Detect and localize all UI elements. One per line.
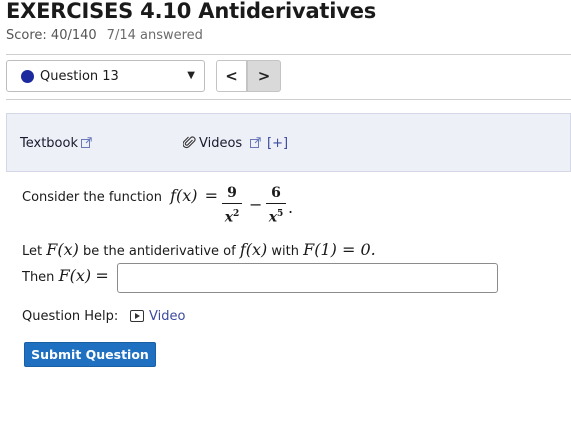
fraction-term-1: 9 x2 (222, 185, 242, 226)
submit-question-button[interactable]: Submit Question (24, 342, 156, 367)
term1-numerator: 9 (227, 185, 237, 201)
page-title: EXERCISES 4.10 Antiderivatives (6, 0, 377, 23)
textbook-link[interactable]: Textbook (20, 136, 92, 151)
videos-link[interactable]: Videos (183, 136, 261, 151)
function-ref: f(x) (239, 240, 268, 259)
external-link-icon (250, 137, 261, 148)
term1-denominator: x2 (224, 209, 240, 226)
minus-sign: − (249, 195, 263, 214)
next-question-button[interactable]: > (247, 60, 281, 92)
score-line: Score: 40/140 7/14 answered (6, 28, 203, 43)
prompt-text: Consider the function (22, 190, 162, 205)
external-link-icon (80, 137, 92, 148)
capital-F-x: F(x) (58, 266, 92, 285)
question-help-label: Question Help: (22, 309, 119, 324)
videos-label: Videos (199, 136, 243, 151)
divider (6, 99, 571, 100)
help-video-label: Video (149, 309, 186, 324)
answered-count: 7/14 answered (106, 28, 203, 43)
more-resources-toggle[interactable]: [+] (267, 136, 288, 151)
initial-condition: F(1) = 0. (303, 240, 376, 259)
question-prompt: Consider the function f(x) = (22, 186, 218, 205)
prev-question-button[interactable]: < (216, 60, 247, 92)
fraction-term-2: 6 x5 (266, 185, 286, 226)
equals-sign: = (95, 266, 109, 285)
answer-prompt: Then F(x) = (22, 266, 109, 285)
equals-sign: = (204, 186, 219, 205)
capital-F-x: F(x) (46, 240, 79, 259)
question-select-label: Question 13 (40, 69, 119, 84)
divider (6, 54, 571, 55)
term2-numerator: 6 (271, 185, 281, 201)
with-text: with (271, 244, 300, 259)
antiderivative-statement: Let F(x) be the antiderivative of f(x) w… (22, 240, 376, 259)
function-name: f(x) (170, 186, 198, 205)
term2-denominator: x5 (268, 209, 284, 226)
paperclip-icon (183, 136, 196, 149)
answer-input[interactable] (117, 263, 498, 293)
caret-down-icon: ▼ (187, 70, 195, 81)
help-video-link[interactable]: Video (130, 309, 185, 324)
period: . (288, 198, 294, 217)
then-text: Then (22, 270, 55, 285)
textbook-label: Textbook (20, 136, 78, 151)
statement-middle: be the antiderivative of (83, 244, 236, 259)
play-video-icon (130, 310, 144, 322)
let-text: Let (22, 244, 43, 259)
question-status-dot (21, 70, 34, 83)
score-value: Score: 40/140 (6, 28, 97, 43)
question-select[interactable]: Question 13 ▼ (6, 60, 205, 92)
resources-bar: Textbook Videos [+] (6, 113, 571, 172)
